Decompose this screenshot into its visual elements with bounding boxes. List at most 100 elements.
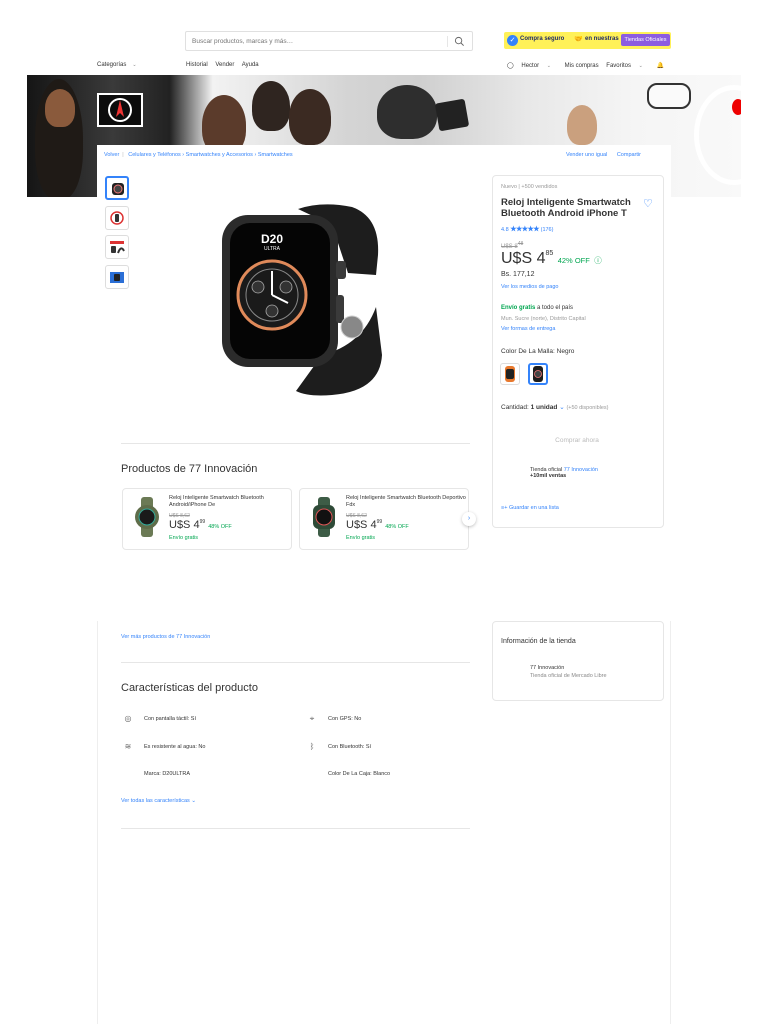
color-label-text: Color De La Malla: <box>501 348 555 355</box>
price-main: U$S 4 <box>501 250 546 267</box>
shipping-rest: a todo el país <box>537 305 574 311</box>
watch-buckle <box>340 315 364 339</box>
product-main-image[interactable]: D20 ULTRA <box>212 195 390 410</box>
store-badge: Tienda oficial 77 Innovación +10mil vent… <box>530 467 598 479</box>
feature-item: Con pantalla táctil: Sí <box>144 716 196 722</box>
touch-icon: ◎ <box>124 714 132 723</box>
search-icon[interactable] <box>454 36 465 47</box>
search-bar[interactable] <box>185 31 473 51</box>
search-input[interactable] <box>192 35 442 48</box>
logo-emblem-icon <box>108 98 132 122</box>
promo-text-2: en nuestras <box>585 36 619 42</box>
related-shipping: Envío gratis <box>346 535 376 541</box>
box-thumb-icon <box>110 272 124 283</box>
feature-item: Es resistente al agua: No <box>144 744 206 750</box>
thumbnail-3[interactable] <box>105 235 129 259</box>
store-link[interactable]: 77 Innovación <box>564 467 598 473</box>
nav-history[interactable]: Historial <box>186 62 208 68</box>
watch-thumb-icon <box>112 183 124 195</box>
heart-icon[interactable]: ♡ <box>643 197 653 210</box>
nav-favorites-label: Favoritos <box>606 63 631 69</box>
nav-favorites[interactable]: Favoritos ⌄ <box>606 63 649 69</box>
related-product-card[interactable]: Reloj Inteligente Smartwatch Bluetooth D… <box>299 488 469 550</box>
store-info-name[interactable]: 77 Innovación <box>530 665 564 671</box>
orange-watch-icon <box>505 366 515 382</box>
gps-icon: ⌖ <box>309 714 315 723</box>
thumbnail-4[interactable] <box>105 265 129 289</box>
user-menu[interactable]: ◯ Hector ⌄ <box>507 63 557 69</box>
rating[interactable]: 4.8 ★★★★★ (176) <box>501 225 553 233</box>
stock-available: (+50 disponibles) <box>566 405 609 411</box>
color-option-black[interactable] <box>528 363 548 385</box>
color-option-orange[interactable] <box>500 363 520 385</box>
chevron-down-icon: ⌄ <box>191 798 196 804</box>
breadcrumb-actions: Vender uno igual Compartir <box>566 152 641 158</box>
buy-now-button[interactable]: Comprar ahora <box>500 431 654 451</box>
rating-stars-icon: ★★★★★ <box>510 226 540 233</box>
features-thumb-icon <box>110 241 125 254</box>
thumbnail-2[interactable] <box>105 206 129 230</box>
watch-subdial <box>265 304 279 318</box>
bell-icon[interactable]: 🔔 <box>657 63 664 69</box>
related-product-price: U$S 499 48% OFF <box>346 519 409 531</box>
discount-badge: 42% OFF <box>557 256 590 265</box>
condition-sales: Nuevo | +500 vendidos <box>501 184 558 190</box>
nav-user-menu: ◯ Hector ⌄ Mis compras Favoritos ⌄ 🔔 <box>507 62 670 69</box>
old-price: U$S 848 <box>501 241 523 250</box>
store-logo <box>97 93 143 127</box>
thumbnail-1[interactable] <box>105 176 129 200</box>
sell-similar-link[interactable]: Vender uno igual <box>566 152 607 158</box>
related-discount: 48% OFF <box>208 524 232 530</box>
official-stores-promo[interactable]: ✓ Compra seguro 🤝 en nuestras Tiendas Of… <box>504 32 671 49</box>
shipping-info: Envío gratis a todo el país <box>501 305 573 311</box>
all-features-label: Ver todas las características <box>121 798 190 804</box>
payment-methods-link[interactable]: Ver los medios de pago <box>501 284 558 290</box>
price: U$S 485 42% OFF ⓘ <box>501 250 602 268</box>
section-divider <box>121 828 470 829</box>
save-list-link[interactable]: ≡+ Guardar en una lista <box>501 505 559 511</box>
product-title: Reloj Inteligente Smartwatch Bluetooth A… <box>501 197 631 219</box>
related-product-card[interactable]: Reloj Inteligente Smartwatch Bluetooth A… <box>122 488 292 550</box>
store-info-heading: Información de la tienda <box>501 638 576 645</box>
bluetooth-icon: ᛒ <box>309 742 315 751</box>
save-list-label: Guardar en una lista <box>508 505 559 511</box>
store-info-box: Información de la tienda 77 Innovación T… <box>492 621 664 701</box>
breadcrumb: Volver | Celulares y Teléfonos › Smartwat… <box>104 152 293 158</box>
promo-tag: Tiendas Oficiales <box>621 34 670 46</box>
handshake-icon: 🤝 <box>574 36 583 43</box>
back-link[interactable]: Volver <box>104 152 119 158</box>
feature-item: Marca: D20ULTRA <box>144 771 191 777</box>
check-icon: ✓ <box>507 35 518 46</box>
all-features-link[interactable]: Ver todas las características ⌄ <box>121 798 196 804</box>
info-icon[interactable]: ⓘ <box>594 256 602 265</box>
quantity-value: 1 unidad <box>530 404 558 411</box>
bs-price: Bs. 177,12 <box>501 271 535 278</box>
color-value: Negro <box>556 348 575 355</box>
breadcrumb-item[interactable]: Celulares y Teléfonos <box>128 152 180 158</box>
more-products-link[interactable]: Ver más productos de 77 Innovación <box>121 634 210 640</box>
breadcrumb-item[interactable]: Smartwatches y Accesorios <box>186 152 253 158</box>
share-link[interactable]: Compartir <box>617 152 641 158</box>
section-divider <box>121 662 470 663</box>
chevron-right-icon: › <box>254 152 257 158</box>
watch-subdial <box>251 280 265 294</box>
watch-subdial <box>279 280 293 294</box>
chevron-down-icon: ⌄ <box>132 62 137 68</box>
nav-help[interactable]: Ayuda <box>242 62 259 68</box>
review-count: (176) <box>540 227 554 233</box>
nav-sell[interactable]: Vender <box>215 62 234 68</box>
banner-person <box>289 89 331 145</box>
chevron-right-icon: › <box>182 152 185 158</box>
nav-categories[interactable]: Categorías ⌄ <box>97 62 143 68</box>
carousel-next-button[interactable]: › <box>462 512 476 526</box>
shipping-options-link[interactable]: Ver formas de entrega <box>501 326 555 332</box>
banner-red-dot <box>732 99 741 115</box>
quantity-selector[interactable]: Cantidad: 1 unidad ⌄ (+50 disponibles) <box>501 403 609 411</box>
chevron-down-icon: ⌄ <box>546 63 551 69</box>
feature-item: Con Bluetooth: Sí <box>328 744 372 750</box>
chevron-down-icon: ⌄ <box>559 404 565 411</box>
list-add-icon: ≡+ <box>501 505 508 511</box>
breadcrumb-item[interactable]: Smartwatches <box>258 152 293 158</box>
location: Mun. Sucre (norte), Distrito Capital <box>501 316 586 322</box>
nav-purchases[interactable]: Mis compras <box>565 63 599 69</box>
